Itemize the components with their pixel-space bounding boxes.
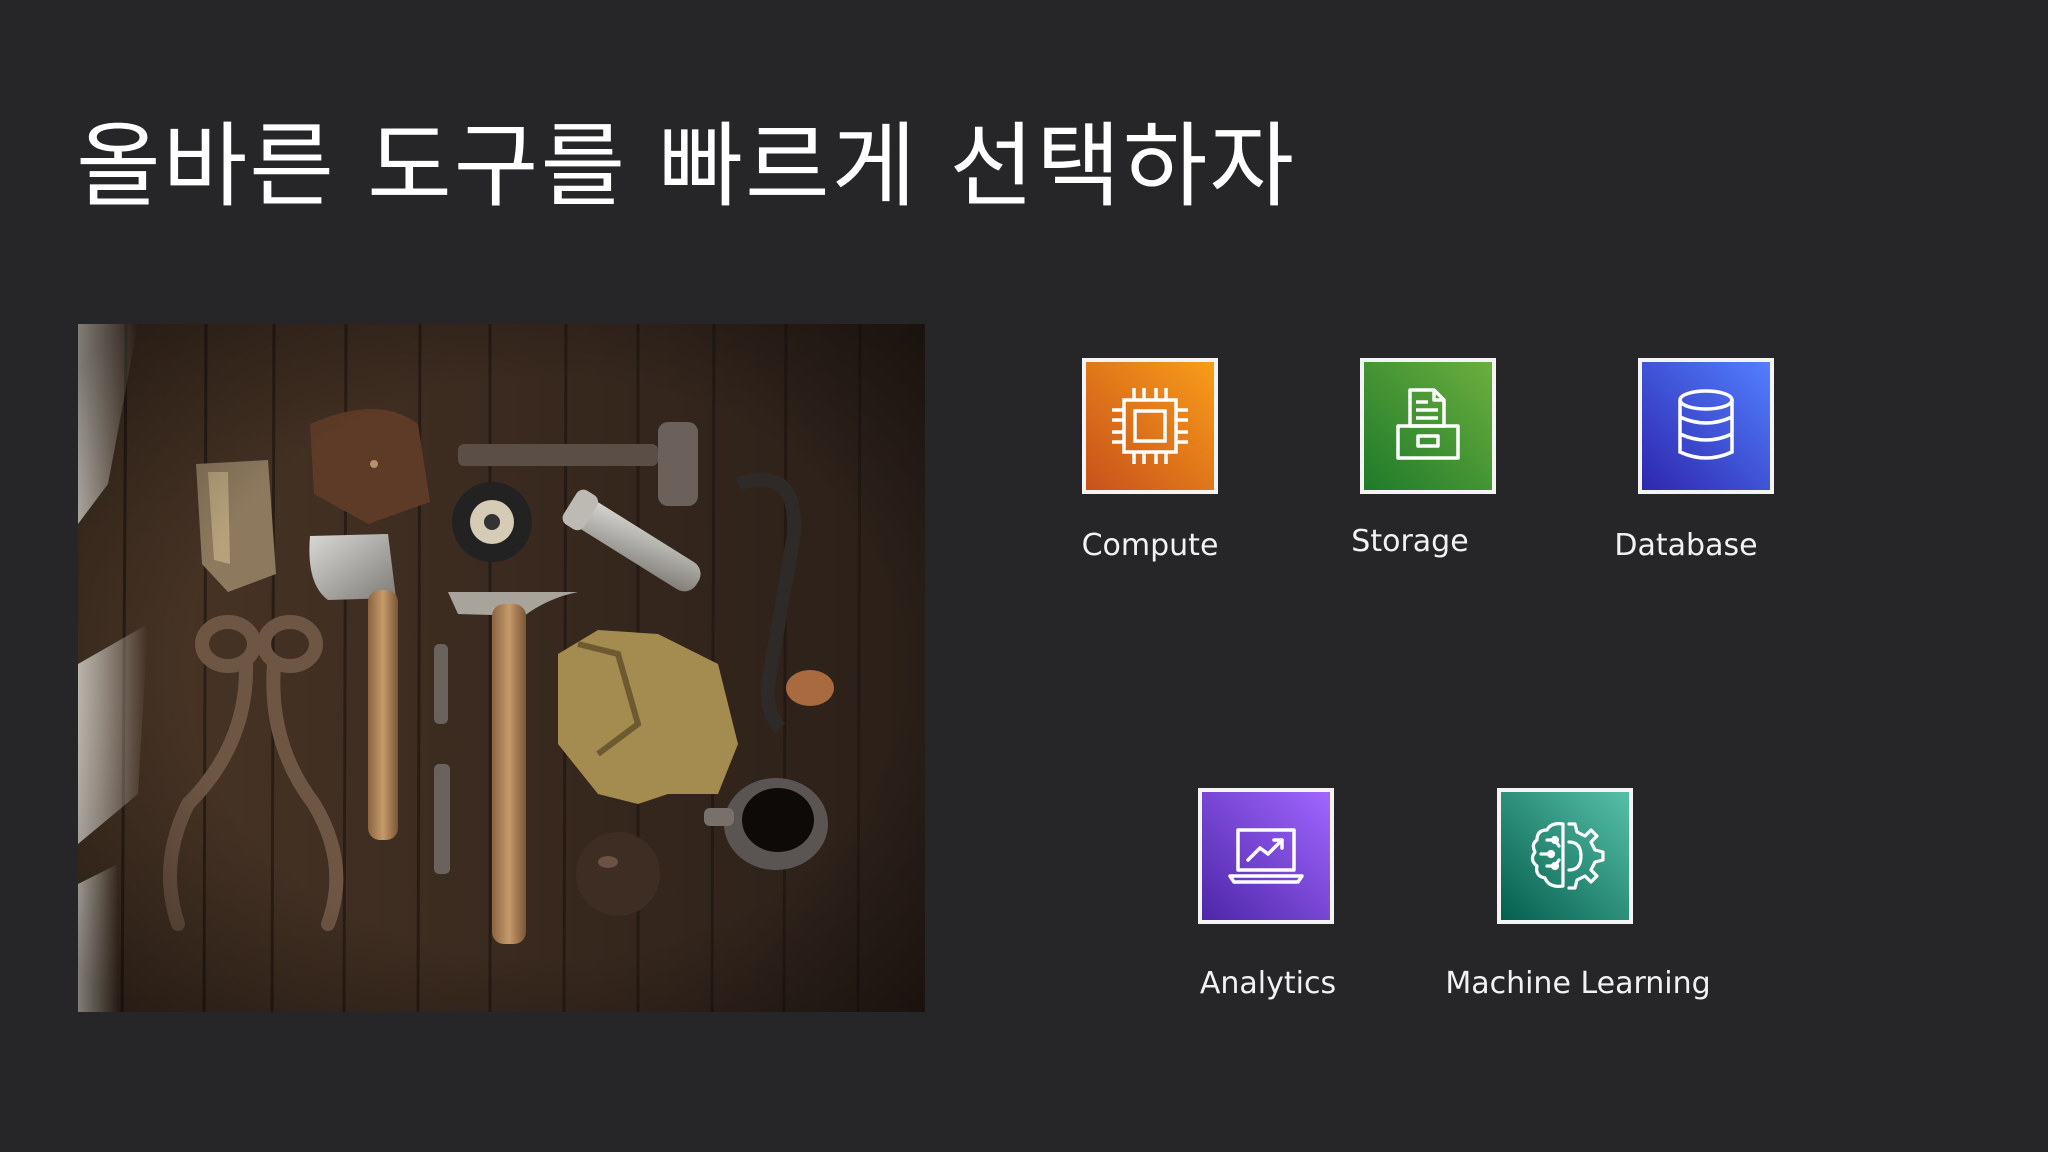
- machine-learning-tile[interactable]: [1497, 788, 1633, 924]
- database-label: Database: [1614, 528, 1758, 563]
- database-tile[interactable]: [1638, 358, 1774, 494]
- analytics-label: Analytics: [1199, 966, 1337, 1001]
- brain-gear-icon: [1530, 822, 1605, 890]
- compute-tile[interactable]: [1082, 358, 1218, 494]
- compute-label: Compute: [1081, 528, 1219, 563]
- storage-tile[interactable]: [1360, 358, 1496, 494]
- chart-laptop-icon: [1228, 828, 1304, 884]
- machine-learning-label: Machine Learning: [1445, 966, 1711, 1001]
- slide-title: 올바른 도구를 빠르게 선택하자: [76, 112, 1297, 220]
- analytics-tile[interactable]: [1198, 788, 1334, 924]
- chip-icon: [1112, 388, 1188, 464]
- file-cabinet-icon: [1396, 388, 1460, 460]
- database-icon: [1678, 389, 1734, 460]
- tools-photo: [78, 324, 925, 1012]
- storage-label: Storage: [1351, 524, 1469, 559]
